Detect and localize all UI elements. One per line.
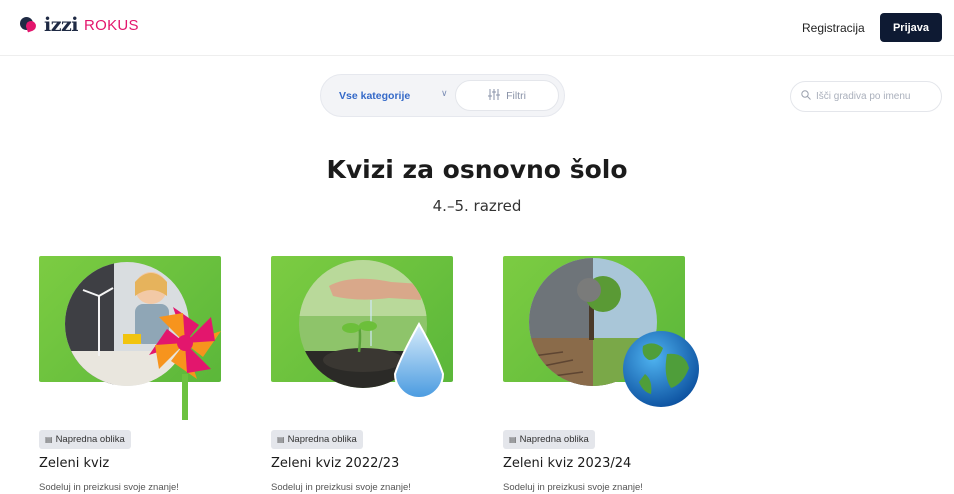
card-description: Sodeluj in preizkusi svoje znanje! (39, 482, 179, 493)
card-description: Sodeluj in preizkusi svoje znanje! (271, 482, 411, 493)
document-icon: ▤ (45, 435, 53, 444)
search-box[interactable] (790, 81, 942, 112)
quiz-card-zeleni-kviz-2022-23[interactable]: ▤ Napredna oblika Zeleni kviz 2022/23 So… (271, 256, 481, 493)
card-title[interactable]: Zeleni kviz 2023/24 (503, 456, 631, 471)
filters-label: Filtri (506, 89, 526, 102)
hand-watering-sprout-image (299, 260, 445, 399)
badge-label: Napredna oblika (287, 434, 357, 445)
chevron-down-icon[interactable]: ∨ (441, 89, 448, 99)
sliders-icon (488, 88, 501, 103)
format-badge: ▤ Napredna oblika (39, 430, 131, 449)
filters-button[interactable]: Filtri (455, 80, 559, 111)
document-icon: ▤ (509, 435, 517, 444)
logo-izzi-text: izzi (44, 14, 79, 36)
logo-rokus-text: ROKUS (84, 16, 139, 34)
format-badge: ▤ Napredna oblika (503, 430, 595, 449)
page-title: Kvizi za osnovno šolo (326, 155, 628, 184)
card-title[interactable]: Zeleni kviz (39, 456, 109, 471)
badge-label: Napredna oblika (519, 434, 589, 445)
child-windmill-pinwheel-image (65, 262, 221, 420)
category-filter-bar: Vse kategorije ∨ Filtri (320, 74, 565, 117)
izzi-rokus-logo[interactable]: izzi ROKUS (20, 14, 139, 36)
top-header: izzi ROKUS Registracija Prijava (0, 0, 954, 56)
tree-earth-globe-image (529, 258, 699, 407)
card-thumbnail[interactable] (503, 256, 713, 421)
card-description: Sodeluj in preizkusi svoje znanje! (503, 482, 643, 493)
logo-mark-icon (20, 16, 38, 34)
search-input[interactable] (816, 91, 936, 102)
search-icon (801, 90, 811, 103)
card-thumbnail[interactable] (39, 256, 249, 421)
card-thumbnail[interactable] (271, 256, 481, 421)
page-subtitle: 4.–5. razred (432, 197, 522, 215)
login-button[interactable]: Prijava (880, 13, 942, 42)
register-link[interactable]: Registracija (802, 21, 865, 35)
card-title[interactable]: Zeleni kviz 2022/23 (271, 456, 399, 471)
document-icon: ▤ (277, 435, 285, 444)
quiz-card-zeleni-kviz-2023-24[interactable]: ▤ Napredna oblika Zeleni kviz 2023/24 So… (503, 256, 713, 493)
quiz-card-zeleni-kviz[interactable]: ▤ Napredna oblika Zeleni kviz Sodeluj in… (39, 256, 249, 493)
category-select[interactable]: Vse kategorije (339, 90, 410, 102)
format-badge: ▤ Napredna oblika (271, 430, 363, 449)
badge-label: Napredna oblika (55, 434, 125, 445)
